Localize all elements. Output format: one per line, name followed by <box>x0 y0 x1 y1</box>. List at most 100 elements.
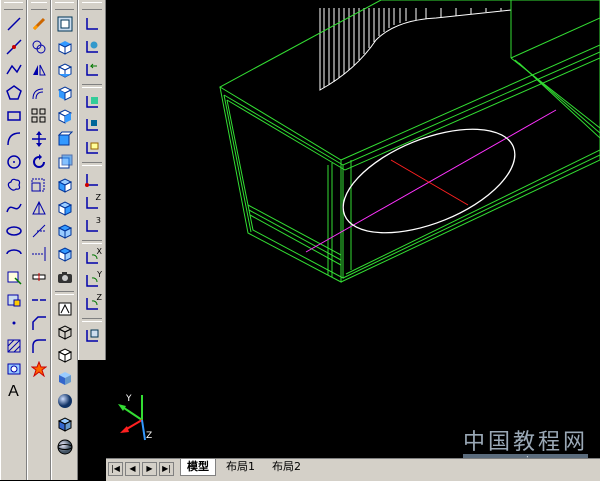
modify-toolbar <box>27 0 51 480</box>
array-icon[interactable] <box>29 106 49 126</box>
ucs-axis-icon <box>118 395 146 441</box>
ucs-z-axis-icon[interactable]: Z <box>82 193 102 213</box>
copy-icon[interactable] <box>29 37 49 57</box>
draw-toolbar: A <box>0 0 27 480</box>
sw-iso-view-icon[interactable] <box>55 175 75 195</box>
text-icon[interactable]: A <box>4 382 24 402</box>
flat-edges-icon[interactable] <box>55 414 75 434</box>
join-icon[interactable] <box>29 290 49 310</box>
se-iso-view-icon[interactable] <box>55 198 75 218</box>
2d-wireframe-icon[interactable] <box>55 299 75 319</box>
next-tab-button[interactable]: ▶ <box>142 462 157 476</box>
ucs-world-icon[interactable] <box>82 37 102 57</box>
tab-layout1[interactable]: 布局1 <box>220 459 261 475</box>
mirror-icon[interactable] <box>29 60 49 80</box>
ellipse-profile[interactable] <box>329 108 529 254</box>
camera-icon[interactable] <box>55 267 75 287</box>
axis-glyph: Z <box>96 293 102 302</box>
drawing-viewport[interactable]: Y Z <box>106 0 600 460</box>
rotate-icon[interactable] <box>29 152 49 172</box>
move-icon[interactable] <box>29 129 49 149</box>
top-object-wireframe <box>319 8 512 91</box>
ucs-z-label: Z <box>146 431 152 441</box>
front-view-icon[interactable] <box>55 129 75 149</box>
offset-icon[interactable] <box>29 83 49 103</box>
hatch-icon[interactable] <box>4 336 24 356</box>
toolbar-separator <box>82 318 102 322</box>
toolbar-grip[interactable] <box>31 2 47 10</box>
top-view-icon[interactable] <box>55 37 75 57</box>
ucs-origin-icon[interactable] <box>82 170 102 190</box>
rectangle-icon[interactable] <box>4 106 24 126</box>
revision-cloud-icon[interactable] <box>4 175 24 195</box>
axis-glyph: Y <box>97 270 102 279</box>
toolbar-separator <box>82 240 102 244</box>
break-icon[interactable] <box>29 267 49 287</box>
polygon-icon[interactable] <box>4 83 24 103</box>
erase-icon[interactable] <box>29 14 49 34</box>
ucs-toolbar: Z 3 X Y Z <box>78 0 106 360</box>
model-space-canvas[interactable]: Y Z <box>106 0 600 460</box>
ellipse-icon[interactable] <box>4 221 24 241</box>
3d-wireframe-icon[interactable] <box>55 322 75 342</box>
stretch-icon[interactable] <box>29 198 49 218</box>
ucs-x-icon[interactable]: X <box>82 247 102 268</box>
last-tab-button[interactable]: ▶| <box>159 462 174 476</box>
ucs-3point-icon[interactable]: 3 <box>82 216 102 236</box>
ucs-z-icon[interactable]: Z <box>82 293 102 314</box>
ucs-icon[interactable] <box>82 14 102 34</box>
toolbar-grip[interactable] <box>82 2 102 10</box>
trim-icon[interactable] <box>29 221 49 241</box>
axis-glyph: Z <box>95 193 101 202</box>
arc-icon[interactable] <box>4 129 24 149</box>
chamfer-icon[interactable] <box>29 313 49 333</box>
ucs-y-icon[interactable]: Y <box>82 270 102 291</box>
bottom-view-icon[interactable] <box>55 60 75 80</box>
make-block-icon[interactable] <box>4 290 24 310</box>
right-view-icon[interactable] <box>55 106 75 126</box>
toolbar-separator <box>82 84 102 88</box>
named-views-icon[interactable] <box>55 14 75 34</box>
gouraud-shaded-icon[interactable] <box>55 391 75 411</box>
construction-line-icon[interactable] <box>4 37 24 57</box>
circle-icon[interactable] <box>4 152 24 172</box>
toolbar-grip[interactable] <box>55 2 74 10</box>
prev-tab-button[interactable]: ◀ <box>125 462 140 476</box>
region-icon[interactable] <box>4 359 24 379</box>
insert-block-icon[interactable] <box>4 267 24 287</box>
extend-icon[interactable] <box>29 244 49 264</box>
ucs-apply-icon[interactable] <box>82 326 102 346</box>
back-view-icon[interactable] <box>55 152 75 172</box>
point-icon[interactable] <box>4 313 24 333</box>
polyline-icon[interactable] <box>4 60 24 80</box>
line-icon[interactable] <box>4 14 24 34</box>
toolbar-grip[interactable] <box>4 2 23 10</box>
nw-iso-view-icon[interactable] <box>55 244 75 264</box>
view-toolbar <box>51 0 78 480</box>
hidden-icon[interactable] <box>55 345 75 365</box>
spline-icon[interactable] <box>4 198 24 218</box>
box-wireframe <box>218 0 600 283</box>
toolbar-separator <box>55 291 74 295</box>
fillet-icon[interactable] <box>29 336 49 356</box>
first-tab-button[interactable]: |◀ <box>108 462 123 476</box>
watermark-title: 中国教程网 <box>462 430 588 455</box>
ucs-view-icon[interactable] <box>82 138 102 158</box>
ucs-face-icon[interactable] <box>82 92 102 112</box>
ucs-y-label: Y <box>125 394 132 404</box>
ucs-previous-icon[interactable] <box>82 60 102 80</box>
ellipse-arc-icon[interactable] <box>4 244 24 264</box>
toolbar-separator <box>82 162 102 166</box>
explode-icon[interactable] <box>29 359 49 379</box>
scale-icon[interactable] <box>29 175 49 195</box>
left-view-icon[interactable] <box>55 83 75 103</box>
tab-model[interactable]: 模型 <box>180 459 216 476</box>
tab-layout2[interactable]: 布局2 <box>266 459 307 475</box>
text-glyph: A <box>8 383 19 400</box>
gouraud-edges-icon[interactable] <box>55 437 75 457</box>
flat-shaded-icon[interactable] <box>55 368 75 388</box>
ne-iso-view-icon[interactable] <box>55 221 75 241</box>
axis-glyph: X <box>96 247 102 256</box>
axis-glyph: 3 <box>95 216 101 225</box>
ucs-object-icon[interactable] <box>82 115 102 135</box>
